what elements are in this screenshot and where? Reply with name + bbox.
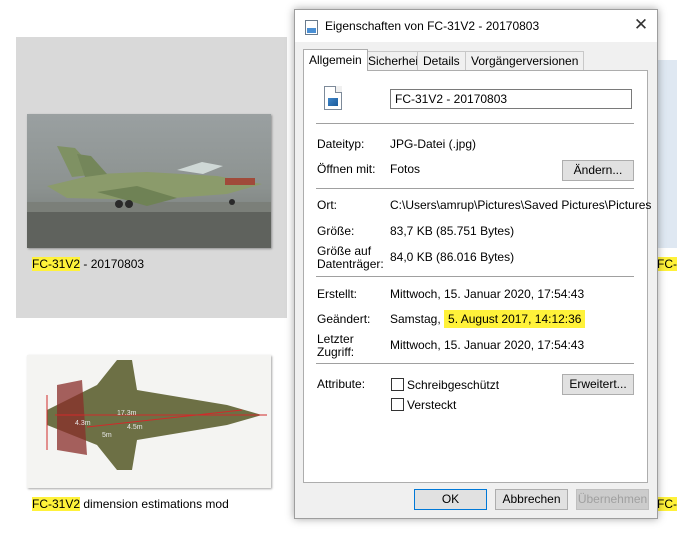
divider bbox=[316, 363, 634, 364]
disksize-label-line2: Datenträger: bbox=[317, 257, 384, 271]
dim-label-a: 4.3m bbox=[75, 420, 91, 427]
created-value: Mittwoch, 15. Januar 2020, 17:54:43 bbox=[390, 287, 585, 301]
change-button[interactable]: Ändern... bbox=[562, 160, 634, 181]
dim-label-c: 5m bbox=[102, 432, 112, 439]
advanced-button[interactable]: Erweitert... bbox=[562, 374, 634, 395]
modified-day: Samstag, bbox=[390, 312, 445, 326]
close-button[interactable]: ✕ bbox=[625, 10, 657, 42]
created-label: Erstellt: bbox=[317, 287, 358, 301]
size-value: 83,7 KB (85.751 Bytes) bbox=[390, 224, 515, 238]
jet-photo-image bbox=[27, 146, 271, 248]
filetype-label: Dateityp: bbox=[317, 137, 365, 151]
file-label-photo[interactable]: FC-31V2 - 20170803 bbox=[32, 257, 144, 271]
edge-label-1[interactable]: FC- bbox=[657, 257, 677, 271]
modified-value: Samstag, 5. August 2017, 14:12:36 bbox=[390, 310, 586, 328]
hidden-label[interactable]: Versteckt bbox=[407, 399, 456, 412]
cancel-button[interactable]: Abbrechen bbox=[495, 489, 568, 510]
file-icon bbox=[305, 20, 318, 35]
edge-thumbnail-1[interactable] bbox=[655, 60, 677, 248]
readonly-label[interactable]: Schreibgeschützt bbox=[407, 379, 499, 392]
filename-input[interactable] bbox=[390, 89, 632, 109]
tab-details[interactable]: Details bbox=[417, 51, 466, 70]
filetype-value: JPG-Datei (.jpg) bbox=[390, 137, 477, 151]
search-highlight: FC-31V2 bbox=[32, 257, 81, 271]
accessed-label-line2: Zugriff: bbox=[317, 345, 355, 359]
openwith-label: Öffnen mit: bbox=[317, 162, 376, 176]
divider bbox=[316, 276, 634, 277]
edge-label-2[interactable]: FC-3 bbox=[657, 497, 677, 511]
divider bbox=[316, 188, 634, 189]
general-tab-panel: Dateityp: JPG-Datei (.jpg) Öffnen mit: F… bbox=[303, 70, 652, 483]
disksize-value: 84,0 KB (86.016 Bytes) bbox=[390, 250, 515, 264]
location-label: Ort: bbox=[317, 198, 337, 212]
jet-photo-thumbnail[interactable] bbox=[27, 114, 271, 248]
dimension-drawing-image: 17.3m 4.3m 4.5m 5m bbox=[46, 360, 267, 470]
hidden-checkbox[interactable] bbox=[391, 398, 404, 411]
dialog-titlebar[interactable]: Eigenschaften von FC-31V2 - 20170803 ✕ bbox=[295, 10, 657, 42]
modified-date-highlight: 5. August 2017, 14:12:36 bbox=[444, 310, 586, 328]
properties-dialog: Eigenschaften von FC-31V2 - 20170803 ✕ A… bbox=[294, 9, 658, 519]
dim-label-b: 4.5m bbox=[127, 424, 143, 431]
dialog-title: Eigenschaften von FC-31V2 - 20170803 bbox=[325, 19, 540, 33]
apply-button[interactable]: Übernehmen bbox=[576, 489, 649, 510]
readonly-checkbox[interactable] bbox=[391, 378, 404, 391]
search-highlight: FC-31V2 bbox=[32, 497, 81, 511]
dimension-image-thumbnail[interactable]: 17.3m 4.3m 4.5m 5m bbox=[27, 355, 271, 488]
modified-label: Geändert: bbox=[317, 312, 371, 326]
dim-label-length: 17.3m bbox=[117, 410, 137, 417]
ok-button[interactable]: OK bbox=[414, 489, 487, 510]
image-file-icon bbox=[324, 86, 342, 110]
openwith-value: Fotos bbox=[390, 162, 421, 176]
tab-general[interactable]: Allgemein bbox=[303, 49, 368, 71]
attributes-label: Attribute: bbox=[317, 377, 366, 391]
tab-previous-versions[interactable]: Vorgängerversionen bbox=[465, 51, 585, 70]
size-label: Größe: bbox=[317, 224, 355, 238]
location-value: C:\Users\amrup\Pictures\Saved Pictures\P… bbox=[390, 198, 652, 212]
accessed-value: Mittwoch, 15. Januar 2020, 17:54:43 bbox=[390, 338, 585, 352]
divider bbox=[316, 123, 634, 124]
file-label-dimensions[interactable]: FC-31V2 dimension estimations mod bbox=[32, 497, 229, 511]
